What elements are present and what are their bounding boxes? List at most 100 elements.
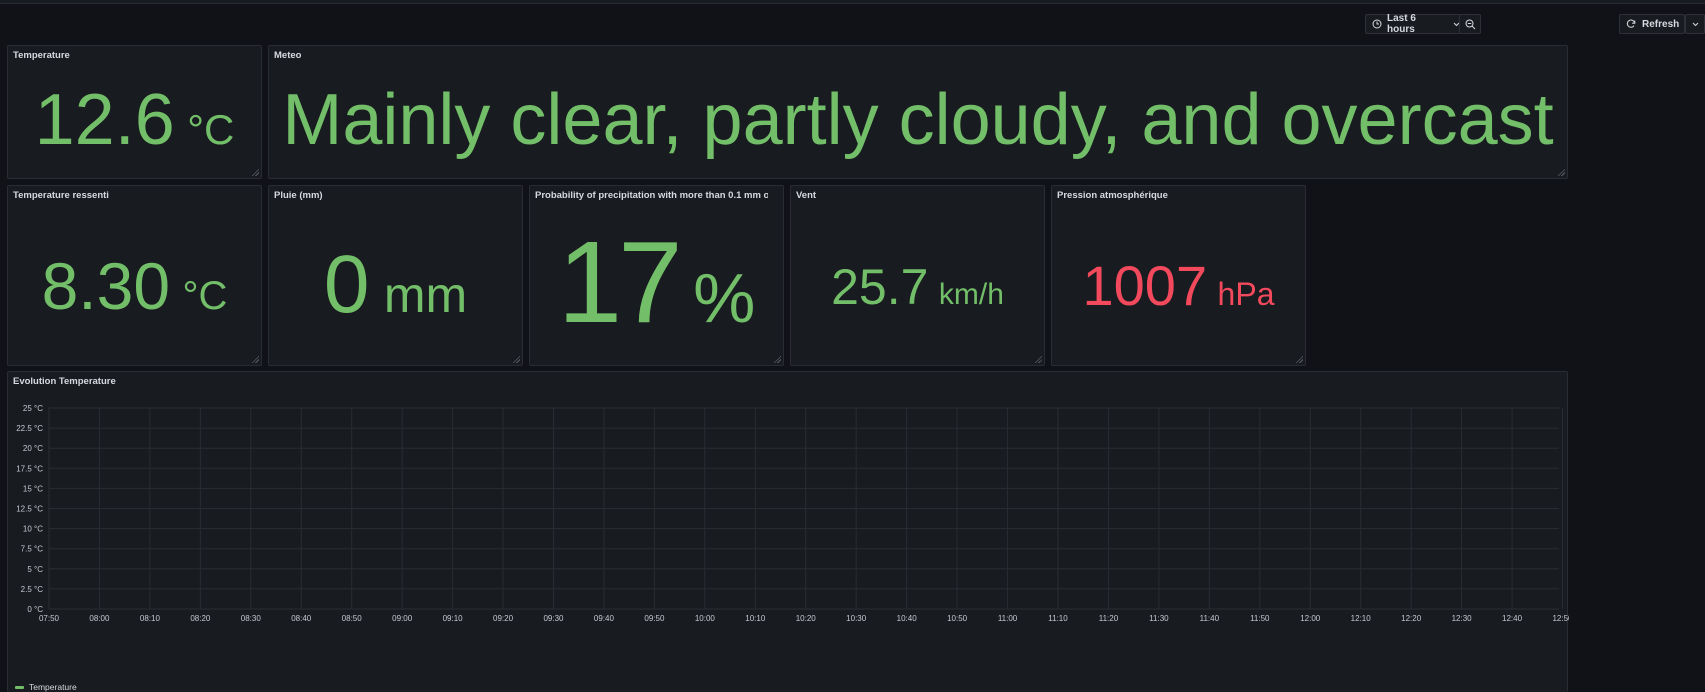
stat-number: 25.7 — [831, 259, 929, 315]
chevron-down-icon — [1692, 22, 1699, 27]
stat-number: 17 — [557, 217, 683, 347]
x-tick-label: 09:40 — [594, 614, 615, 623]
stat-value-rain: 0 mm — [269, 244, 522, 326]
resize-handle[interactable] — [773, 355, 781, 363]
panel-title: Vent — [796, 190, 817, 201]
x-tick-label: 10:00 — [695, 614, 716, 623]
panel-evolution-temperature[interactable]: Evolution Temperature 0 °C 2.5 °C 5 °C 7.5 … — [7, 371, 1569, 692]
stat-value-temperature: 12.6 °C — [8, 84, 261, 156]
panel-wind[interactable]: Vent 25.7 km/h — [790, 185, 1045, 366]
legend-label: Temperature — [29, 682, 77, 692]
resize-handle[interactable] — [1557, 168, 1565, 176]
resize-handle[interactable] — [251, 168, 259, 176]
x-tick-label: 10:10 — [745, 614, 766, 623]
panel-title: Meteo — [274, 50, 302, 61]
x-tick-label: 12:50 — [1552, 614, 1569, 623]
refresh-label: Refresh — [1642, 18, 1680, 30]
refresh-interval-dropdown[interactable] — [1685, 14, 1705, 34]
stat-value-precipitation: 17 % — [530, 217, 783, 347]
panel-temperature[interactable]: Temperature 12.6 °C — [7, 45, 262, 179]
x-tick-label: 10:20 — [796, 614, 817, 623]
y-tick-label: 2.5 °C — [21, 585, 44, 594]
zoom-out-icon — [1465, 19, 1476, 30]
y-tick-label: 7.5 °C — [21, 545, 44, 554]
x-tick-label: 08:00 — [89, 614, 110, 623]
x-tick-label: 07:50 — [39, 614, 60, 623]
x-tick-label: 08:30 — [241, 614, 262, 623]
stat-number: 12.6 — [34, 80, 175, 160]
x-tick-label: 10:50 — [947, 614, 968, 623]
chart-legend[interactable]: Temperature — [15, 682, 77, 692]
x-tick-label: 08:20 — [190, 614, 211, 623]
panel-meteo[interactable]: Meteo Mainly clear, partly cloudy, and o… — [268, 45, 1568, 179]
stat-unit: °C — [187, 106, 235, 153]
clock-icon — [1372, 19, 1382, 29]
panel-title: Pression atmosphérique — [1057, 190, 1168, 201]
panel-title: Pluie (mm) — [274, 190, 323, 201]
stat-value-feels-like: 8.30 °C — [8, 251, 261, 321]
x-tick-label: 12:00 — [1300, 614, 1321, 623]
x-tick-label: 08:10 — [140, 614, 161, 623]
zoom-out-button[interactable] — [1459, 14, 1481, 34]
x-tick-label: 11:50 — [1250, 614, 1270, 623]
x-tick-label: 12:10 — [1351, 614, 1372, 623]
stat-number: 1007 — [1082, 254, 1208, 317]
refresh-button[interactable]: Refresh — [1619, 14, 1685, 34]
y-tick-label: 22.5 °C — [16, 424, 43, 433]
resize-handle[interactable] — [512, 355, 520, 363]
x-tick-label: 09:30 — [543, 614, 564, 623]
stat-unit: °C — [182, 274, 228, 318]
y-tick-label: 10 °C — [23, 525, 43, 534]
y-tick-label: 25 °C — [23, 404, 43, 413]
stat-unit: mm — [383, 267, 468, 323]
stat-value-meteo: Mainly clear, partly cloudy, and overcas… — [269, 84, 1567, 156]
panel-rain[interactable]: Pluie (mm) 0 mm — [268, 185, 523, 366]
y-tick-label: 20 °C — [23, 444, 43, 453]
stat-unit: hPa — [1217, 276, 1275, 312]
stat-text: Mainly clear, partly cloudy, and overcas… — [282, 80, 1554, 160]
x-tick-label: 09:20 — [493, 614, 514, 623]
x-tick-label: 12:40 — [1502, 614, 1523, 623]
panel-title: Probability of precipitation with more t… — [535, 190, 768, 201]
x-tick-label: 10:30 — [846, 614, 867, 623]
stat-number: 8.30 — [41, 249, 171, 323]
x-tick-label: 12:20 — [1401, 614, 1422, 623]
refresh-icon — [1626, 19, 1636, 29]
top-bar-edge — [0, 0, 1705, 4]
panel-title: Temperature ressenti — [13, 190, 109, 201]
x-tick-label: 11:10 — [1048, 614, 1068, 623]
stat-number: 0 — [323, 239, 370, 330]
y-tick-label: 0 °C — [27, 605, 43, 614]
stat-value-pressure: 1007 hPa — [1052, 256, 1305, 316]
time-range-picker[interactable]: Last 6 hours — [1365, 13, 1461, 35]
y-tick-label: 12.5 °C — [16, 505, 43, 514]
panel-title: Evolution Temperature — [13, 376, 116, 387]
x-tick-label: 11:30 — [1149, 614, 1169, 623]
stat-unit: km/h — [938, 278, 1004, 311]
x-tick-label: 12:30 — [1452, 614, 1473, 623]
panel-feels-like[interactable]: Temperature ressenti 8.30 °C — [7, 185, 262, 366]
panel-precipitation-probability[interactable]: Probability of precipitation with more t… — [529, 185, 784, 366]
x-tick-label: 11:40 — [1200, 614, 1220, 623]
panel-pressure[interactable]: Pression atmosphérique 1007 hPa — [1051, 185, 1306, 366]
resize-handle[interactable] — [1034, 355, 1042, 363]
panel-title: Temperature — [13, 50, 70, 61]
x-tick-label: 09:00 — [392, 614, 413, 623]
y-tick-label: 17.5 °C — [16, 464, 43, 473]
x-tick-label: 08:40 — [291, 614, 312, 623]
x-tick-label: 08:50 — [342, 614, 363, 623]
x-tick-label: 09:50 — [644, 614, 665, 623]
temperature-chart[interactable]: 0 °C 2.5 °C 5 °C 7.5 °C 10 °C 12.5 °C 15 °C 17.… — [8, 392, 1569, 692]
time-range-label: Last 6 hours — [1387, 13, 1416, 35]
x-tick-label: 09:10 — [443, 614, 464, 623]
x-tick-label: 11:00 — [998, 614, 1018, 623]
stat-value-wind: 25.7 km/h — [791, 260, 1044, 314]
x-tick-label: 10:40 — [897, 614, 918, 623]
stat-unit: % — [693, 259, 756, 337]
x-tick-label: 11:20 — [1099, 614, 1119, 623]
y-tick-label: 5 °C — [27, 565, 43, 574]
resize-handle[interactable] — [251, 355, 259, 363]
resize-handle[interactable] — [1295, 355, 1303, 363]
legend-swatch — [15, 685, 24, 689]
y-tick-label: 15 °C — [23, 484, 43, 493]
